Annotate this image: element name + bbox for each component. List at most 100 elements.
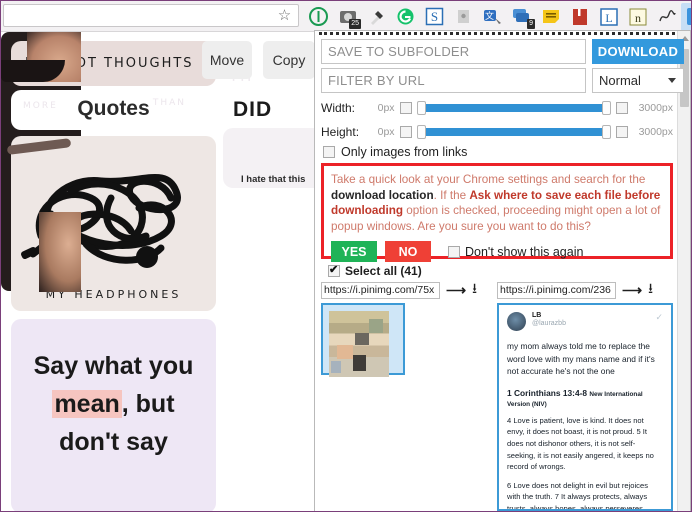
filter-mode-select[interactable]: Normal	[592, 68, 684, 93]
download-button[interactable]: DOWNLOAD	[592, 39, 684, 64]
image-result-2-header: https://i.pinimg.com/236 ⟶ ⭳	[497, 278, 673, 302]
svg-text:S: S	[431, 9, 438, 24]
height-max-value: 3000px	[638, 126, 674, 138]
svg-text:n: n	[635, 11, 641, 25]
dont-show-again-label: Don't show this again	[465, 244, 584, 259]
width-max-value: 3000px	[638, 102, 674, 114]
download-icon[interactable]: ⭳	[648, 278, 653, 302]
did-big-text: DID	[233, 98, 273, 121]
tweet-verse-title: 1 Corinthians 13:4-8 New International V…	[507, 388, 663, 408]
arrow-right-icon[interactable]: ⟶	[446, 282, 466, 299]
svg-text:L: L	[605, 11, 612, 25]
warning-part-2: . If the	[433, 188, 470, 202]
scribd-icon[interactable]: S	[420, 3, 449, 31]
screenshot-badge: 25	[349, 18, 361, 29]
chevron-down-icon	[668, 78, 676, 83]
width-filter-row: Width: 0px 3000px	[321, 98, 673, 118]
tweet-verse-text-2: 6 Love does not delight in evil but rejo…	[507, 480, 648, 511]
only-images-from-links-label: Only images from links	[341, 145, 468, 159]
save-subfolder-input[interactable]: SAVE TO SUBFOLDER	[321, 39, 586, 64]
pushbullet-icon[interactable]	[449, 3, 478, 31]
say-line-2: mean, but	[52, 390, 175, 418]
warning-actions: YES NO Don't show this again	[331, 241, 664, 262]
comments-badge: 9	[527, 18, 535, 29]
pin-card-say[interactable]: Say what you mean, but don't say	[11, 319, 216, 511]
filter-row: FILTER BY URL Normal	[321, 68, 684, 94]
height-max-checkbox[interactable]	[615, 126, 628, 138]
download-warning-dialog: Take a quick look at your Chrome setting…	[321, 163, 673, 262]
tweet-display-name: LB	[532, 312, 542, 319]
image-result-1: https://i.pinimg.com/75x ⟶ ⭳	[321, 278, 491, 511]
image-result-1-url[interactable]: https://i.pinimg.com/75x	[321, 281, 440, 299]
signature-icon[interactable]	[652, 3, 681, 31]
only-images-from-links-checkbox[interactable]	[323, 146, 335, 158]
select-all-checkbox[interactable]	[328, 263, 340, 277]
width-range-slider[interactable]	[416, 101, 611, 115]
dont-show-again-checkbox[interactable]	[448, 245, 460, 258]
pin-card-hate[interactable]: I hate that this	[223, 128, 323, 188]
warning-message: Take a quick look at your Chrome setting…	[331, 172, 664, 234]
screenshot-root: ☆ 25 S 文 9 L n I'VE GOT THOUGHTS MORE TH…	[0, 0, 692, 512]
width-slider-knob-max[interactable]	[601, 101, 611, 115]
verified-check-icon: ✓	[655, 312, 663, 322]
image-result-2: https://i.pinimg.com/236 ⟶ ⭳ LB @laurazb…	[497, 278, 673, 511]
lastpass-icon[interactable]: L	[594, 3, 623, 31]
evernote-icon[interactable]: n	[623, 3, 652, 31]
eyedropper-icon[interactable]	[362, 3, 391, 31]
image-downloader-popup: SAVE TO SUBFOLDER DOWNLOAD FILTER BY URL…	[314, 30, 691, 511]
say-highlight: mean	[52, 390, 122, 418]
width-min-checkbox[interactable]	[399, 102, 412, 114]
thumb-block-5	[369, 319, 383, 333]
download-icon[interactable]: ⭳	[472, 278, 477, 302]
copy-button-label: Copy	[272, 52, 306, 68]
copy-button[interactable]: Copy	[263, 41, 315, 79]
photo-region-hand	[39, 212, 81, 292]
say-line-3: don't say	[59, 428, 168, 456]
avatar	[507, 312, 526, 331]
height-slider-knob-max[interactable]	[601, 125, 611, 139]
subfolder-row: SAVE TO SUBFOLDER DOWNLOAD	[321, 39, 684, 65]
pocket-icon[interactable]	[304, 3, 333, 31]
height-min-checkbox[interactable]	[399, 126, 412, 138]
tweet-header: LB @laurazbb ✓	[507, 312, 663, 331]
say-line-1: Say what you	[33, 352, 194, 380]
pixelated-image-preview	[329, 311, 389, 377]
only-images-from-links-row[interactable]: Only images from links	[321, 145, 673, 159]
translate-icon[interactable]: 文	[478, 3, 507, 31]
arrow-right-icon[interactable]: ⟶	[622, 282, 642, 299]
thumb-block-1	[355, 333, 369, 345]
warning-no-button[interactable]: NO	[385, 241, 431, 262]
width-max-checkbox[interactable]	[615, 102, 628, 114]
width-label: Width:	[321, 101, 356, 115]
book-icon[interactable]	[565, 3, 594, 31]
height-slider-knob-min[interactable]	[416, 125, 426, 139]
warning-yes-button[interactable]: YES	[331, 241, 377, 262]
height-label: Height:	[321, 125, 360, 139]
popup-content: SAVE TO SUBFOLDER DOWNLOAD FILTER BY URL…	[315, 31, 684, 511]
address-bar[interactable]: ☆	[3, 4, 299, 27]
width-slider-knob-min[interactable]	[416, 101, 426, 115]
comments-icon[interactable]: 9	[507, 3, 536, 31]
height-slider-track	[424, 128, 603, 136]
image-result-2-url[interactable]: https://i.pinimg.com/236	[497, 281, 616, 299]
notes-icon[interactable]	[536, 3, 565, 31]
browser-toolbar: ☆ 25 S 文 9 L n	[1, 1, 691, 32]
verse-reference: 1 Corinthians 13:4-8	[507, 387, 588, 398]
warning-part-1: Take a quick look at your Chrome setting…	[331, 173, 646, 186]
image-downloader-icon[interactable]	[681, 2, 691, 31]
tweet-names: LB @laurazbb	[532, 312, 566, 327]
width-min-value: 0px	[377, 102, 395, 114]
pin-hate-text: I hate that this	[241, 174, 306, 185]
move-button[interactable]: Move	[202, 41, 252, 79]
pin-card-quotes[interactable]: MORE THAN Quotes	[11, 90, 216, 130]
bookmark-star-icon[interactable]: ☆	[277, 8, 292, 23]
filter-mode-value: Normal	[599, 73, 641, 88]
screenshot-icon[interactable]: 25	[333, 3, 362, 31]
select-all-row[interactable]: Select all (41)	[321, 263, 673, 278]
image-result-2-thumbnail[interactable]: LB @laurazbb ✓ my mom always told me to …	[497, 303, 673, 511]
image-result-1-thumbnail[interactable]	[321, 303, 405, 377]
height-range-slider[interactable]	[416, 125, 611, 139]
grammarly-icon[interactable]	[391, 3, 420, 31]
dont-show-again-row[interactable]: Don't show this again	[443, 245, 583, 259]
filter-by-url-input[interactable]: FILTER BY URL	[321, 68, 586, 93]
